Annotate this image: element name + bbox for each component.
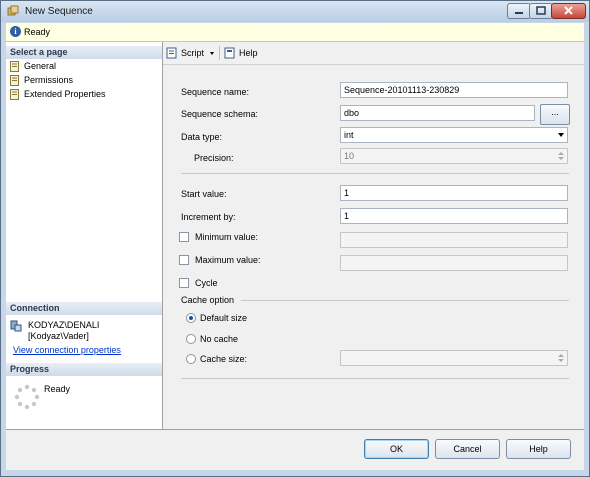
section-divider	[181, 173, 569, 174]
increment-by-input[interactable]: 1	[340, 208, 568, 224]
cache-option-divider	[241, 300, 569, 301]
browse-schema-button[interactable]: ...	[540, 104, 570, 125]
connection-server: KODYAZ\DENALI	[28, 320, 100, 330]
dialog-window: New Sequence i Ready Select a page Gener…	[0, 0, 590, 477]
progress-status: Ready	[44, 384, 71, 394]
left-pane: Select a page General Permissions Extend…	[6, 42, 163, 429]
dialog-body: Select a page General Permissions Extend…	[6, 42, 584, 470]
page-icon	[10, 75, 19, 86]
cache-size-radio[interactable]	[186, 354, 196, 364]
status-bar: i Ready	[6, 23, 584, 42]
cache-size-label: Cache size:	[200, 354, 248, 364]
select-page-header: Select a page	[6, 46, 162, 59]
view-connection-properties-link[interactable]: View connection properties	[13, 345, 121, 355]
start-value-input[interactable]: 1	[340, 185, 568, 201]
sequence-schema-label: Sequence schema:	[181, 109, 259, 119]
maximum-value-input[interactable]	[340, 255, 568, 271]
minimum-value-checkbox[interactable]	[179, 232, 189, 242]
maximum-value-checkbox[interactable]	[179, 255, 189, 265]
default-size-radio[interactable]	[186, 313, 196, 323]
increment-by-label: Increment by:	[181, 212, 236, 222]
maximize-icon	[536, 6, 546, 15]
minimum-value-label: Minimum value:	[195, 232, 259, 242]
minimum-value-input[interactable]	[340, 232, 568, 248]
stepper-arrows-icon	[558, 152, 564, 160]
page-icon	[10, 89, 19, 100]
data-type-label: Data type:	[181, 132, 223, 142]
progress-header: Progress	[6, 363, 162, 376]
page-label: Permissions	[24, 75, 74, 85]
toolbar-separator	[219, 46, 220, 60]
server-connection-icon	[10, 320, 22, 332]
default-size-label: Default size	[200, 313, 248, 323]
no-cache-radio[interactable]	[186, 334, 196, 344]
ok-button[interactable]: OK	[364, 439, 429, 459]
toolbar: Script Help	[163, 42, 584, 65]
maximum-value-label: Maximum value:	[195, 255, 261, 265]
sequence-schema-input[interactable]: dbo	[340, 105, 535, 121]
app-icon	[7, 5, 19, 16]
page-icon	[10, 61, 19, 72]
cycle-label: Cycle	[195, 278, 218, 288]
help-icon	[224, 47, 235, 59]
sequence-name-input[interactable]: Sequence-20101113-230829	[340, 82, 568, 98]
minimize-button[interactable]	[507, 3, 531, 19]
help-toolbar-label: Help	[239, 48, 258, 58]
connection-user: [Kodyaz\Vader]	[28, 331, 89, 341]
start-value-label: Start value:	[181, 189, 227, 199]
cache-option-label: Cache option	[181, 295, 235, 305]
info-icon: i	[10, 26, 21, 37]
cache-size-stepper[interactable]	[340, 350, 568, 366]
progress-spinner-icon	[14, 384, 40, 410]
status-text: Ready	[24, 27, 51, 37]
help-button[interactable]: Help	[506, 439, 571, 459]
maximize-button[interactable]	[529, 3, 553, 19]
sequence-name-label: Sequence name:	[181, 87, 250, 97]
page-label: General	[24, 61, 57, 71]
cancel-button[interactable]: Cancel	[435, 439, 500, 459]
section-divider	[181, 378, 569, 379]
title-bar[interactable]: New Sequence	[1, 1, 589, 22]
page-label: Extended Properties	[24, 89, 106, 99]
minimize-icon	[515, 12, 523, 14]
data-type-value: int	[344, 130, 354, 140]
chevron-down-icon	[210, 52, 214, 55]
footer-divider	[6, 429, 584, 430]
precision-value: 10	[344, 151, 355, 161]
script-label: Script	[181, 48, 205, 58]
close-button[interactable]	[551, 3, 586, 19]
data-type-select[interactable]: int	[340, 127, 568, 143]
chevron-down-icon	[558, 133, 564, 137]
precision-stepper[interactable]: 10	[340, 148, 568, 164]
stepper-arrows-icon	[558, 354, 564, 362]
precision-label: Precision:	[194, 153, 234, 163]
connection-header: Connection	[6, 302, 162, 315]
window-title: New Sequence	[25, 6, 93, 17]
close-icon	[564, 6, 573, 15]
script-icon	[166, 47, 177, 59]
cycle-checkbox[interactable]	[179, 278, 189, 288]
no-cache-label: No cache	[200, 334, 239, 344]
